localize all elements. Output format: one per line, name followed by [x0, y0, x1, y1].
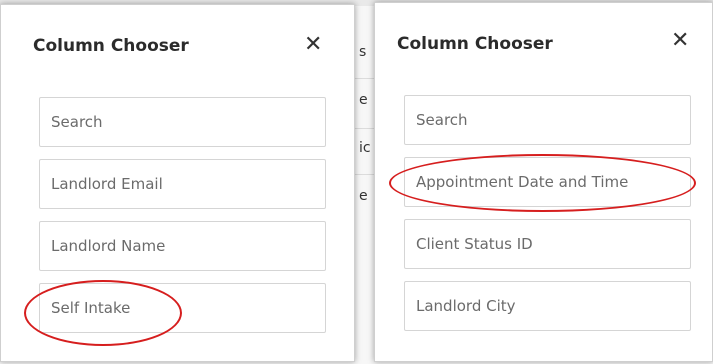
background-text-fragment: ic	[359, 140, 371, 156]
background-text-fragment: e	[359, 92, 368, 108]
column-chooser-panel-left: Column Chooser ✕ Landlord Email Landlord…	[0, 4, 355, 362]
close-icon[interactable]: ✕	[304, 34, 322, 56]
column-item-label: Landlord Email	[51, 175, 163, 193]
column-item[interactable]: Client Status ID	[404, 219, 691, 269]
search-input[interactable]	[51, 113, 325, 131]
column-item[interactable]: Landlord City	[404, 281, 691, 331]
column-item-label: Self Intake	[51, 299, 131, 317]
column-item-label: Appointment Date and Time	[416, 173, 629, 191]
search-input-container[interactable]	[39, 97, 326, 147]
column-item[interactable]: Landlord Email	[39, 159, 326, 209]
column-item-label: Landlord City	[416, 297, 516, 315]
search-input[interactable]	[416, 111, 690, 129]
background-text-fragment: e	[359, 188, 368, 204]
column-item[interactable]: Appointment Date and Time	[404, 157, 691, 207]
column-chooser-panel-right: Column Chooser ✕ Appointment Date and Ti…	[374, 2, 713, 362]
background-text-fragment: s	[359, 44, 367, 60]
column-item[interactable]: Landlord Name	[39, 221, 326, 271]
close-icon[interactable]: ✕	[671, 30, 689, 52]
column-item[interactable]: Self Intake	[39, 283, 326, 333]
column-item-label: Client Status ID	[416, 235, 533, 253]
search-input-container[interactable]	[404, 95, 691, 145]
panel-title: Column Chooser	[33, 36, 189, 56]
panel-title: Column Chooser	[397, 34, 553, 54]
column-item-label: Landlord Name	[51, 237, 166, 255]
